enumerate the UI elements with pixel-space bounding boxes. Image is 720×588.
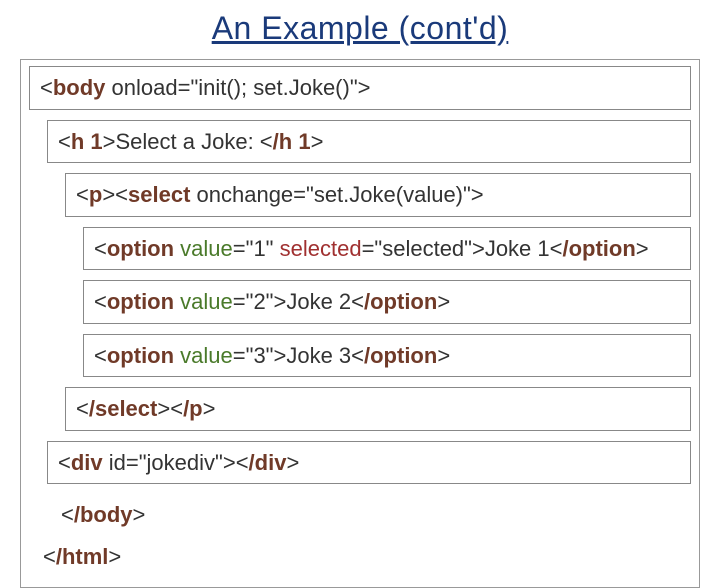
- code-line-select-open: <p><select onchange="set.Joke(value)">: [65, 173, 691, 217]
- slide-title: An Example (cont'd): [0, 10, 720, 47]
- code-line-h1: <h 1>Select a Joke: </h 1>: [47, 120, 691, 164]
- slide: An Example (cont'd) <body onload="init()…: [0, 0, 720, 540]
- code-line-option-1: <option value="1" selected="selected">Jo…: [83, 227, 691, 271]
- code-line-body-open: <body onload="init(); set.Joke()">: [29, 66, 691, 110]
- code-line-div: <div id="jokediv"></div>: [47, 441, 691, 485]
- code-line-option-3: <option value="3">Joke 3</option>: [83, 334, 691, 378]
- code-block: <body onload="init(); set.Joke()"> <h 1>…: [20, 59, 700, 588]
- code-line-option-2: <option value="2">Joke 2</option>: [83, 280, 691, 324]
- code-line-body-close: </body>: [47, 494, 691, 536]
- code-line-html-close: </html>: [29, 536, 691, 578]
- code-line-select-close: </select></p>: [65, 387, 691, 431]
